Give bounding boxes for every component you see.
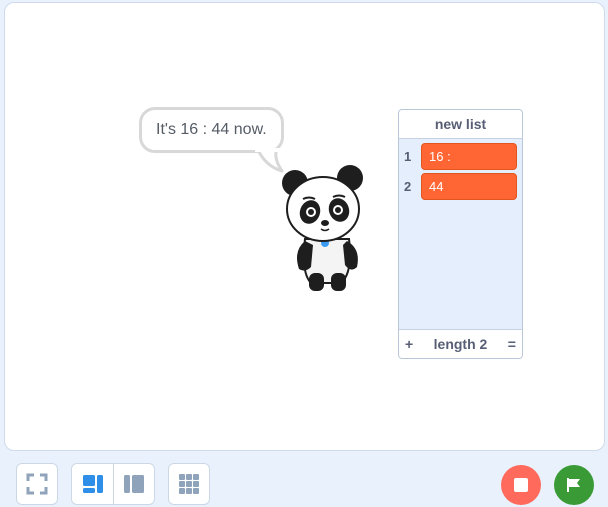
stop-button[interactable] <box>501 465 541 505</box>
resize-handle[interactable]: = <box>508 336 516 352</box>
large-stage-icon <box>124 475 144 493</box>
grid-icon <box>179 474 199 494</box>
list-items: 1 16 : 2 44 <box>399 139 522 329</box>
fullscreen-button[interactable] <box>16 463 58 505</box>
list-item-index: 2 <box>404 179 412 194</box>
list-item-index: 1 <box>404 149 412 164</box>
list-footer: + length 2 = <box>399 329 522 358</box>
large-stage-button[interactable] <box>113 463 155 505</box>
list-item: 1 16 : <box>399 143 522 170</box>
speech-bubble-text: It's 16 : 44 now. <box>156 121 267 138</box>
add-item-button[interactable]: + <box>405 336 413 352</box>
list-item-value[interactable]: 44 <box>421 173 517 200</box>
panda-sprite[interactable] <box>281 161 371 293</box>
list-monitor[interactable]: new list 1 16 : 2 44 + length 2 = <box>398 109 523 359</box>
stop-icon <box>514 478 528 492</box>
grid-button[interactable] <box>168 463 210 505</box>
stage[interactable]: It's 16 : 44 now. new list 1 16: 2 44 +… <box>4 2 605 451</box>
list-length: length 2 <box>433 336 488 352</box>
small-stage-button[interactable] <box>71 463 114 505</box>
speech-bubble: It's 16 : 44 now. <box>139 107 284 153</box>
green-flag-icon <box>567 478 580 492</box>
small-stage-icon <box>82 475 103 493</box>
list-title: new list <box>399 110 522 139</box>
player-window: It's 16 : 44 now. new list 1 16: 2 44 +… <box>0 0 608 507</box>
green-flag-button[interactable] <box>554 465 594 505</box>
fullscreen-icon <box>26 473 48 495</box>
list-item: 2 44 <box>399 173 522 200</box>
list-title-text: new list <box>434 116 487 132</box>
list-item-value[interactable]: 16 : <box>421 143 517 170</box>
